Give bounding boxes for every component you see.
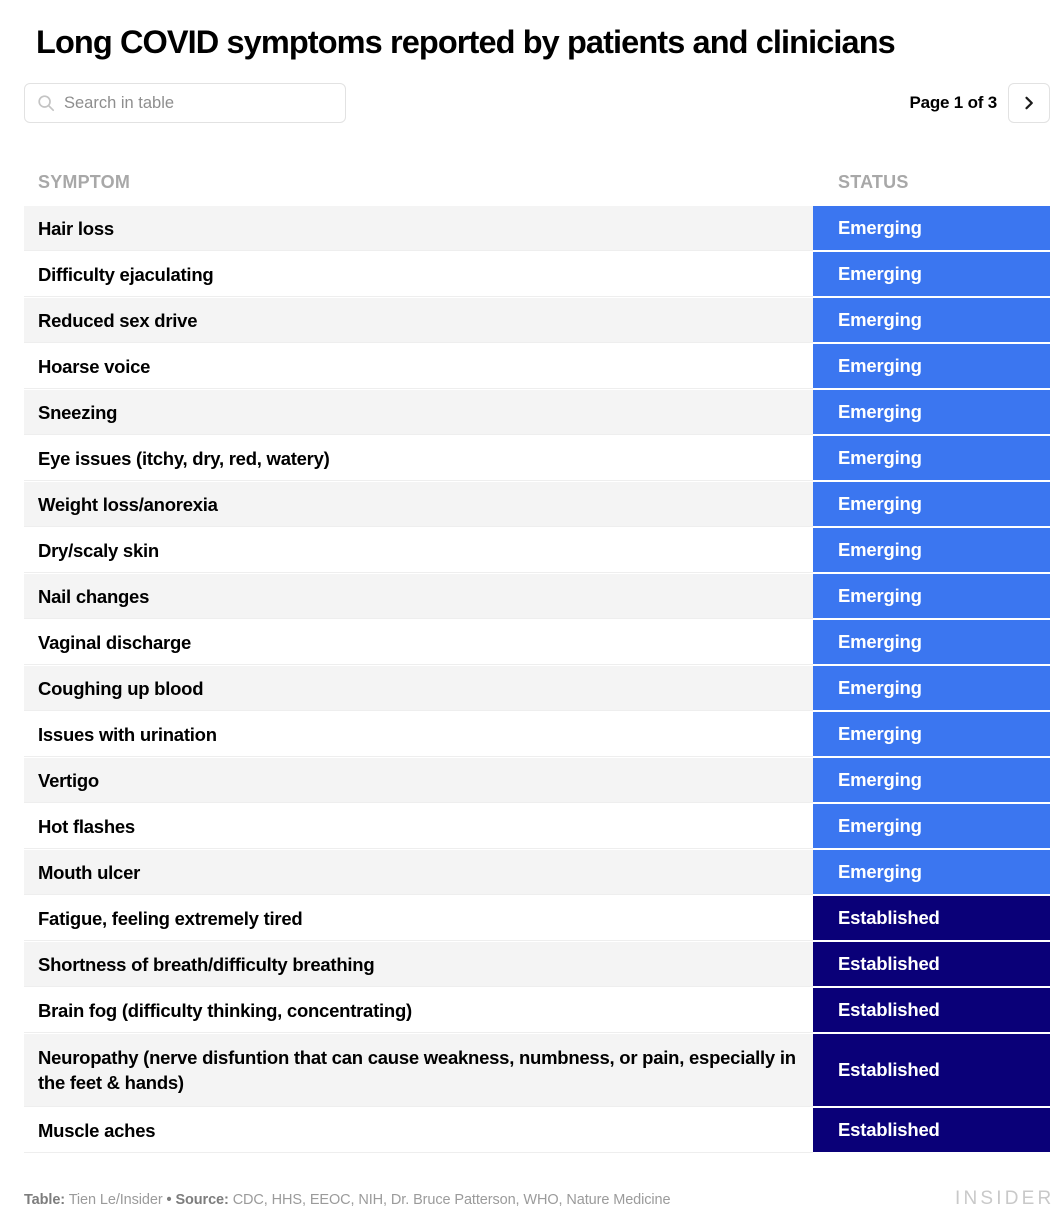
table-row[interactable]: Brain fog (difficulty thinking, concentr… <box>24 988 1050 1034</box>
table-row[interactable]: Weight loss/anorexia Emerging <box>24 482 1050 528</box>
chart-card: Long COVID symptoms reported by patients… <box>0 0 1060 1226</box>
cell-status: Emerging <box>813 482 1050 527</box>
cell-status: Established <box>813 896 1050 941</box>
cell-status: Established <box>813 1108 1050 1153</box>
table-body: Hair loss Emerging Difficulty ejaculating E… <box>24 206 1050 1154</box>
table-row[interactable]: Fatigue, feeling extremely tired Establis… <box>24 896 1050 942</box>
cell-symptom: Eye issues (itchy, dry, red, watery) <box>24 436 813 481</box>
next-page-button[interactable] <box>1008 83 1050 123</box>
cell-symptom: Vaginal discharge <box>24 620 813 665</box>
cell-symptom: Difficulty ejaculating <box>24 252 813 297</box>
cell-symptom: Hair loss <box>24 206 813 251</box>
cell-status: Emerging <box>813 298 1050 343</box>
table-row[interactable]: Hoarse voice Emerging <box>24 344 1050 390</box>
pagination: Page 1 of 3 <box>909 83 1050 123</box>
cell-symptom: Reduced sex drive <box>24 298 813 343</box>
cell-symptom: Vertigo <box>24 758 813 803</box>
table-row[interactable]: Muscle aches Established <box>24 1108 1050 1154</box>
table-row[interactable]: Coughing up blood Emerging <box>24 666 1050 712</box>
table-footer: Table: Tien Le/Insider • Source: CDC, HH… <box>24 1188 1060 1212</box>
cell-symptom: Weight loss/anorexia <box>24 482 813 527</box>
search-input[interactable] <box>64 92 324 114</box>
cell-symptom: Fatigue, feeling extremely tired <box>24 896 813 941</box>
table-row[interactable]: Issues with urination Emerging <box>24 712 1050 758</box>
cell-status: Established <box>813 942 1050 987</box>
table-row[interactable]: Vaginal discharge Emerging <box>24 620 1050 666</box>
table-row[interactable]: Dry/scaly skin Emerging <box>24 528 1050 574</box>
cell-status: Established <box>813 1034 1050 1107</box>
table-row[interactable]: Reduced sex drive Emerging <box>24 298 1050 344</box>
source-credit-value: CDC, HHS, EEOC, NIH, Dr. Bruce Patterson… <box>232 1192 671 1208</box>
table-row[interactable]: Hot flashes Emerging <box>24 804 1050 850</box>
cell-symptom: Issues with urination <box>24 712 813 757</box>
cell-symptom: Shortness of breath/difficulty breathing <box>24 942 813 987</box>
table-row[interactable]: Nail changes Emerging <box>24 574 1050 620</box>
cell-symptom: Coughing up blood <box>24 666 813 711</box>
table-row[interactable]: Sneezing Emerging <box>24 390 1050 436</box>
cell-symptom: Brain fog (difficulty thinking, concentr… <box>24 988 813 1033</box>
table-row[interactable]: Difficulty ejaculating Emerging <box>24 252 1050 298</box>
cell-status: Emerging <box>813 344 1050 389</box>
table-header-row: SYMPTOM STATUS <box>24 160 1050 206</box>
table-row[interactable]: Neuropathy (nerve disfuntion that can ca… <box>24 1034 1050 1108</box>
cell-status: Emerging <box>813 666 1050 711</box>
symptoms-table: SYMPTOM STATUS Hair loss Emerging Difficul… <box>24 160 1050 1154</box>
page-indicator: Page 1 of 3 <box>909 93 997 112</box>
cell-symptom: Muscle aches <box>24 1108 813 1153</box>
cell-status: Emerging <box>813 712 1050 757</box>
cell-status: Emerging <box>813 804 1050 849</box>
cell-symptom: Neuropathy (nerve disfuntion that can ca… <box>24 1034 813 1107</box>
credit-line: Table: Tien Le/Insider • Source: CDC, HH… <box>24 1192 671 1208</box>
column-header-symptom: SYMPTOM <box>38 172 131 192</box>
page-title: Long COVID symptoms reported by patients… <box>36 24 896 60</box>
cell-status: Emerging <box>813 436 1050 481</box>
cell-status: Established <box>813 988 1050 1033</box>
cell-status: Emerging <box>813 758 1050 803</box>
column-header-status: STATUS <box>838 172 909 192</box>
table-row[interactable]: Mouth ulcer Emerging <box>24 850 1050 896</box>
search-icon <box>37 94 55 112</box>
table-toolbar: Page 1 of 3 <box>24 83 1050 123</box>
cell-status: Emerging <box>813 528 1050 573</box>
chevron-right-icon <box>1022 96 1036 110</box>
source-credit-label: Source: <box>175 1192 229 1208</box>
cell-status: Emerging <box>813 206 1050 251</box>
search-box[interactable] <box>24 83 346 123</box>
table-row[interactable]: Shortness of breath/difficulty breathing… <box>24 942 1050 988</box>
cell-status: Emerging <box>813 574 1050 619</box>
cell-symptom: Hot flashes <box>24 804 813 849</box>
cell-symptom: Mouth ulcer <box>24 850 813 895</box>
insider-logo: INSIDER <box>955 1188 1055 1209</box>
cell-status: Emerging <box>813 850 1050 895</box>
cell-symptom: Sneezing <box>24 390 813 435</box>
table-row[interactable]: Hair loss Emerging <box>24 206 1050 252</box>
cell-status: Emerging <box>813 252 1050 297</box>
cell-symptom: Hoarse voice <box>24 344 813 389</box>
table-row[interactable]: Eye issues (itchy, dry, red, watery) Emer… <box>24 436 1050 482</box>
table-row[interactable]: Vertigo Emerging <box>24 758 1050 804</box>
table-credit-label: Table: <box>24 1192 66 1208</box>
cell-status: Emerging <box>813 620 1050 665</box>
credit-separator: • <box>166 1192 172 1208</box>
cell-status: Emerging <box>813 390 1050 435</box>
cell-symptom: Dry/scaly skin <box>24 528 813 573</box>
table-credit-value: Tien Le/Insider <box>68 1192 163 1208</box>
cell-symptom: Nail changes <box>24 574 813 619</box>
